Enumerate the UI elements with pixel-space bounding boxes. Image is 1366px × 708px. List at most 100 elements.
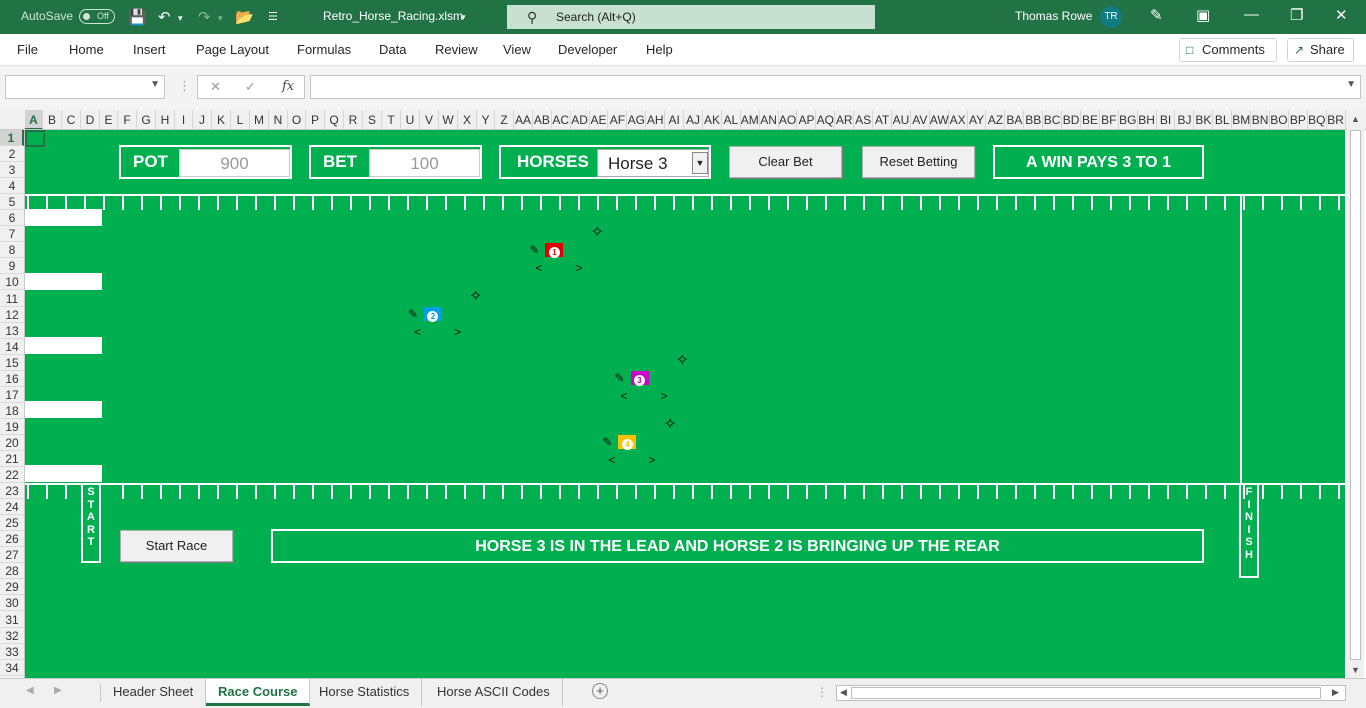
column-header-cell[interactable]: AX bbox=[949, 110, 968, 129]
column-header-cell[interactable]: AB bbox=[533, 110, 552, 129]
avatar[interactable]: TR bbox=[1100, 6, 1122, 28]
row-header-cell[interactable]: 33 bbox=[0, 644, 24, 660]
column-header-cell[interactable]: AQ bbox=[816, 110, 836, 129]
column-header-cell[interactable]: AN bbox=[760, 110, 779, 129]
prev-sheet-icon[interactable]: ◀ bbox=[26, 685, 34, 696]
file-title-chevron-icon[interactable]: ▾ bbox=[461, 12, 466, 23]
menu-home[interactable]: Home bbox=[69, 42, 104, 57]
row-header-cell[interactable]: 14 bbox=[0, 339, 24, 355]
menu-view[interactable]: View bbox=[503, 42, 531, 57]
menu-help[interactable]: Help bbox=[646, 42, 673, 57]
column-header-cell[interactable]: AA bbox=[514, 110, 533, 129]
scroll-thumb[interactable] bbox=[1350, 130, 1361, 660]
column-header-cell[interactable]: U bbox=[401, 110, 420, 129]
row-header-cell[interactable]: 4 bbox=[0, 178, 24, 195]
row-header-cell[interactable]: 34 bbox=[0, 660, 24, 676]
close-icon[interactable]: ✕ bbox=[1335, 6, 1348, 24]
scroll-left-icon[interactable]: ◀ bbox=[840, 687, 847, 698]
column-header-cell[interactable]: N bbox=[269, 110, 288, 129]
clear-bet-button[interactable]: Clear Bet bbox=[729, 146, 842, 178]
row-header-cell[interactable]: 18 bbox=[0, 403, 24, 419]
column-header-cell[interactable]: Y bbox=[477, 110, 495, 129]
bet-input[interactable]: 100 bbox=[369, 149, 480, 177]
chevron-down-icon[interactable]: ▼ bbox=[692, 152, 708, 174]
redo-dropdown-icon[interactable]: ▾ bbox=[218, 13, 223, 24]
row-header-cell[interactable]: 16 bbox=[0, 371, 24, 387]
column-header-cell[interactable]: AW bbox=[930, 110, 949, 129]
pen-icon[interactable]: ✎ bbox=[1150, 6, 1163, 24]
undo-dropdown-icon[interactable]: ▾ bbox=[178, 13, 183, 24]
search-input[interactable]: ⚲ Search (Alt+Q) bbox=[507, 5, 875, 29]
tab-horse-ascii-codes[interactable]: Horse ASCII Codes bbox=[425, 679, 563, 706]
row-header-cell[interactable]: 2 bbox=[0, 146, 24, 163]
horse-select[interactable]: Horse 3 ▼ bbox=[597, 149, 709, 177]
menu-insert[interactable]: Insert bbox=[133, 42, 166, 57]
column-header-cell[interactable]: AM bbox=[741, 110, 760, 129]
undo-icon[interactable]: ↶ bbox=[158, 8, 171, 26]
column-header-cell[interactable]: BA bbox=[1005, 110, 1025, 129]
row-header-cell[interactable]: 31 bbox=[0, 612, 24, 628]
column-header-cell[interactable]: AL bbox=[722, 110, 741, 129]
row-header-cell[interactable]: 22 bbox=[0, 467, 24, 484]
tab-horse-statistics[interactable]: Horse Statistics bbox=[307, 679, 423, 706]
expand-formula-icon[interactable]: ▼ bbox=[1346, 79, 1356, 90]
comments-button[interactable]: □ Comments bbox=[1179, 38, 1277, 62]
save-icon[interactable]: 💾 bbox=[128, 8, 147, 26]
column-header-cell[interactable]: C bbox=[62, 110, 81, 129]
column-header-cell[interactable]: B bbox=[43, 110, 62, 129]
column-header-cell[interactable]: BG bbox=[1119, 110, 1138, 129]
row-header-cell[interactable]: 19 bbox=[0, 419, 24, 435]
column-header-cell[interactable]: F bbox=[118, 110, 137, 129]
column-header-cell[interactable]: AK bbox=[703, 110, 722, 129]
row-header-cell[interactable]: 23 bbox=[0, 483, 24, 500]
column-header-cell[interactable]: BO bbox=[1270, 110, 1289, 129]
name-box[interactable]: ▼ bbox=[5, 75, 165, 99]
column-header-cell[interactable]: V bbox=[420, 110, 439, 129]
column-header-cell[interactable]: AD bbox=[571, 110, 590, 129]
column-header-cell[interactable]: AZ bbox=[987, 110, 1006, 129]
column-header-cell[interactable]: K bbox=[212, 110, 231, 129]
column-header-cell[interactable]: AU bbox=[892, 110, 911, 129]
column-header-cell[interactable]: AY bbox=[968, 110, 987, 129]
column-header-cell[interactable]: M bbox=[250, 110, 269, 129]
row-header-cell[interactable]: 13 bbox=[0, 323, 24, 339]
column-header-cell[interactable]: G bbox=[137, 110, 156, 129]
row-header-cell[interactable]: 32 bbox=[0, 628, 24, 644]
active-cell[interactable] bbox=[25, 130, 45, 147]
menu-data[interactable]: Data bbox=[379, 42, 406, 57]
column-header-cell[interactable]: Q bbox=[325, 110, 344, 129]
ribbon-display-icon[interactable]: ▣ bbox=[1196, 6, 1210, 24]
column-header-cell[interactable]: S bbox=[363, 110, 382, 129]
row-header-cell[interactable]: 11 bbox=[0, 291, 24, 307]
row-header-cell[interactable]: 1 bbox=[0, 130, 24, 146]
scroll-right-icon[interactable]: ▶ bbox=[1332, 687, 1339, 698]
column-header-cell[interactable]: P bbox=[306, 110, 325, 129]
row-header-cell[interactable]: 26 bbox=[0, 531, 24, 548]
menu-page-layout[interactable]: Page Layout bbox=[196, 42, 269, 57]
column-header-cell[interactable]: AO bbox=[779, 110, 798, 129]
column-header-cell[interactable]: I bbox=[175, 110, 193, 129]
column-header-cell[interactable]: A bbox=[25, 110, 43, 129]
menu-formulas[interactable]: Formulas bbox=[297, 42, 351, 57]
column-header-cell[interactable]: Z bbox=[495, 110, 514, 129]
row-header-cell[interactable]: 5 bbox=[0, 194, 24, 211]
column-header-cell[interactable]: T bbox=[382, 110, 401, 129]
row-header-cell[interactable]: 25 bbox=[0, 515, 24, 532]
column-header-cell[interactable]: AS bbox=[854, 110, 874, 129]
column-header-cell[interactable]: BE bbox=[1081, 110, 1100, 129]
column-header-cell[interactable]: R bbox=[344, 110, 363, 129]
row-header-cell[interactable]: 20 bbox=[0, 435, 24, 451]
row-header-cell[interactable]: 6 bbox=[0, 210, 24, 227]
column-header-cell[interactable]: L bbox=[231, 110, 250, 129]
tab-race-course[interactable]: Race Course bbox=[206, 679, 311, 706]
column-header-cell[interactable]: BB bbox=[1024, 110, 1044, 129]
row-header-cell[interactable]: 30 bbox=[0, 595, 24, 612]
start-race-button[interactable]: Start Race bbox=[120, 530, 233, 562]
formula-input[interactable]: ▼ bbox=[310, 75, 1361, 99]
row-header-cell[interactable]: 12 bbox=[0, 307, 24, 323]
column-header-cell[interactable]: BD bbox=[1062, 110, 1081, 129]
column-header-cell[interactable]: BI bbox=[1157, 110, 1176, 129]
row-header-cell[interactable]: 17 bbox=[0, 387, 24, 403]
reset-betting-button[interactable]: Reset Betting bbox=[862, 146, 975, 178]
name-box-dropdown-icon[interactable]: ▼ bbox=[150, 79, 160, 90]
